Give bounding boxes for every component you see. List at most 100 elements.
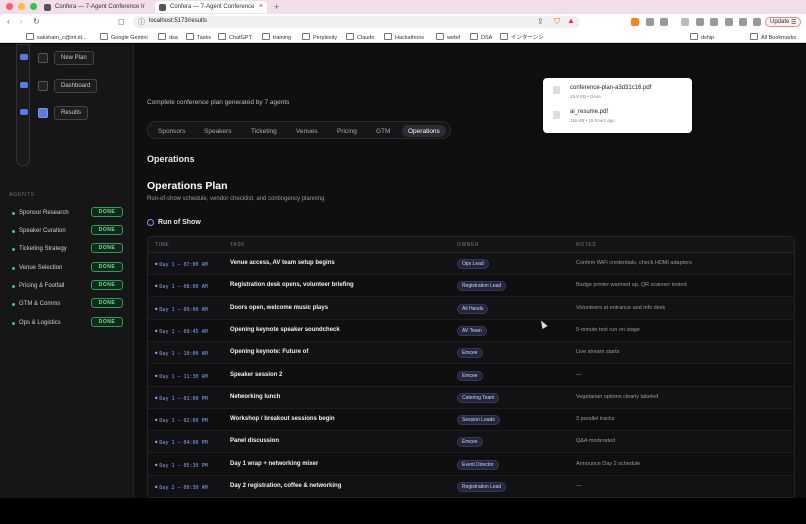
sidebar: New Plan Dashboard Results AGENTS Sponso…: [0, 44, 134, 498]
bookmark-item[interactable]: Tasks: [186, 33, 211, 41]
reload-icon[interactable]: ↻: [33, 17, 40, 26]
bookmark-item[interactable]: Perplexity: [302, 33, 337, 41]
downloads-icon[interactable]: [681, 18, 689, 26]
notes-cell: —: [576, 483, 582, 489]
owner-badge: Session Leads: [457, 415, 500, 426]
maximize-window-icon[interactable]: [30, 3, 37, 10]
bookmark-icon[interactable]: ◻: [118, 17, 125, 26]
notes-cell: 3 parallel tracks: [576, 416, 615, 423]
status-dot: [12, 284, 15, 288]
share-icon[interactable]: ⇪: [537, 17, 544, 26]
tab-pricing[interactable]: Pricing: [331, 125, 363, 137]
dashboard-button[interactable]: Dashboard: [54, 79, 98, 93]
status-badge: DONE: [91, 207, 123, 217]
bookmark-item[interactable]: webd: [436, 33, 460, 41]
status-dot: [12, 229, 15, 233]
status-dot: [12, 247, 15, 251]
all-bookmarks[interactable]: All Bookmarks: [750, 33, 796, 41]
bookmark-item[interactable]: dship: [690, 33, 714, 41]
column-header-task: TASK: [230, 242, 246, 248]
browser-tab-2[interactable]: Confera — 7-Agent Conference ×: [155, 1, 267, 13]
download-item-name[interactable]: ai_resume.pdf: [570, 109, 608, 115]
agent-ops-logistics[interactable]: Ops & Logistics: [12, 320, 61, 326]
time-cell: Day 1 — 01:00 PM: [155, 395, 207, 402]
tab-speakers[interactable]: Speakers: [198, 125, 237, 137]
status-badge: DONE: [91, 262, 123, 272]
browser-tab-1[interactable]: Confera — 7-Agent Conference Ir: [40, 1, 152, 13]
bookmark-item[interactable]: training: [262, 33, 291, 41]
wallet-icon[interactable]: [753, 18, 761, 26]
bookmark-item[interactable]: Claude: [346, 33, 374, 41]
time-cell: Day 1 — 07:00 AM: [155, 261, 207, 268]
task-cell: Doors open, welcome music plays: [230, 304, 329, 311]
back-icon[interactable]: ‹: [7, 17, 10, 26]
download-item-name[interactable]: conference-plan-a3d31c16.pdf: [570, 85, 651, 91]
owner-badge: All Hands: [457, 303, 489, 314]
table-row: Day 1 — 07:00 AM Venue access, AV team se…: [148, 253, 794, 275]
address-bar-row: ‹ › ↻ ◻ ⓘ localhost:5173/results ⇪ ⛉ ▲ U…: [0, 14, 806, 30]
agent-pricing-footfall[interactable]: Pricing & Footfall: [12, 283, 64, 289]
url-field[interactable]: ⓘ localhost:5173/results ⇪ ⛉ ▲: [133, 16, 580, 28]
column-header-owner: OWNER: [457, 242, 480, 248]
extension-metamask-icon[interactable]: [631, 18, 639, 26]
tab-sponsors[interactable]: Sponsors: [152, 125, 191, 137]
step-checkbox[interactable]: [38, 53, 48, 63]
main-content: Complete conference plan generated by 7 …: [135, 44, 806, 498]
status-dot: [12, 211, 15, 215]
bookmark-item[interactable]: dsa: [158, 33, 178, 41]
task-cell: Registration desk opens, volunteer brief…: [230, 282, 354, 289]
brave-rewards-icon[interactable]: ▲: [567, 16, 575, 25]
tab-ticketing[interactable]: Ticketing: [245, 125, 283, 137]
bookmark-item[interactable]: Hackathons: [384, 33, 424, 41]
results-button[interactable]: Results: [54, 106, 89, 120]
close-tab-icon[interactable]: ×: [259, 3, 263, 10]
column-header-notes: NOTES: [576, 242, 597, 248]
update-button[interactable]: Update ☰: [765, 17, 802, 27]
extension-icon[interactable]: [725, 18, 733, 26]
step-checkbox[interactable]: [38, 81, 48, 91]
table-row: Day 1 — 09:00 AM Doors open, welcome musi…: [148, 297, 794, 320]
owner-badge: Ops Lead: [457, 259, 489, 269]
forward-icon[interactable]: ›: [20, 17, 23, 26]
new-plan-button[interactable]: New Plan: [54, 51, 94, 65]
task-cell: Panel discussion: [230, 438, 280, 445]
extension-icon[interactable]: [646, 18, 654, 26]
agent-speaker-curation[interactable]: Speaker Curation: [12, 228, 66, 234]
owner-badge: Emcee: [457, 370, 483, 381]
status-badge: DONE: [91, 243, 123, 253]
media-icon[interactable]: [696, 18, 704, 26]
sidebar-toggle-icon[interactable]: [710, 18, 718, 26]
tab-venues[interactable]: Venues: [290, 125, 324, 137]
step-indicator: [20, 82, 28, 88]
tab-operations[interactable]: Operations: [402, 125, 446, 137]
notes-cell: Vegetarian options clearly labeled: [576, 393, 659, 400]
notes-cell: Badge printer warmed up, QR scanner test…: [576, 282, 687, 289]
bookmark-item[interactable]: ChatGPT: [218, 33, 252, 41]
agent-sponsor-research[interactable]: Sponsor Research: [12, 210, 69, 216]
tab-gtm[interactable]: GTM: [370, 125, 396, 137]
agent-venue-selection[interactable]: Venue Selection: [12, 265, 62, 271]
site-info-icon[interactable]: ⓘ: [138, 17, 145, 27]
bookmark-item[interactable]: saksham_c@mt.iit...: [26, 33, 87, 41]
close-window-icon[interactable]: [6, 3, 13, 10]
table-row: Day 2 — 09:30 AM Day 2 registration, coff…: [148, 476, 794, 497]
bookmark-item[interactable]: インターンシ: [500, 33, 544, 41]
extension-icon[interactable]: [660, 18, 668, 26]
new-tab-icon[interactable]: +: [270, 1, 279, 13]
bookmark-item[interactable]: DSA: [470, 33, 492, 41]
step-checkbox-active[interactable]: [38, 108, 48, 118]
status-badge: DONE: [91, 298, 123, 308]
minimize-window-icon[interactable]: [18, 3, 25, 10]
bookmark-item[interactable]: Google Gemini: [100, 33, 148, 41]
agent-ticketing-strategy[interactable]: Ticketing Strategy: [12, 246, 67, 252]
page-subtitle: Complete conference plan generated by 7 …: [147, 99, 290, 106]
agent-gtm-comms[interactable]: GTM & Comms: [12, 301, 60, 307]
status-badge: DONE: [91, 317, 123, 327]
notes-cell: Confirm WiFi credentials, check HDMI ada…: [576, 260, 692, 266]
extension-icon[interactable]: [739, 18, 747, 26]
table-row: Day 1 — 10:00 AM Opening keynote: Future …: [148, 342, 794, 365]
time-cell: Day 1 — 11:30 AM: [155, 373, 207, 380]
table-body: Day 1 — 07:00 AM Venue access, AV team se…: [148, 253, 794, 497]
time-cell: Day 1 — 05:30 PM: [155, 462, 207, 469]
brave-shield-icon[interactable]: ⛉: [554, 17, 560, 27]
